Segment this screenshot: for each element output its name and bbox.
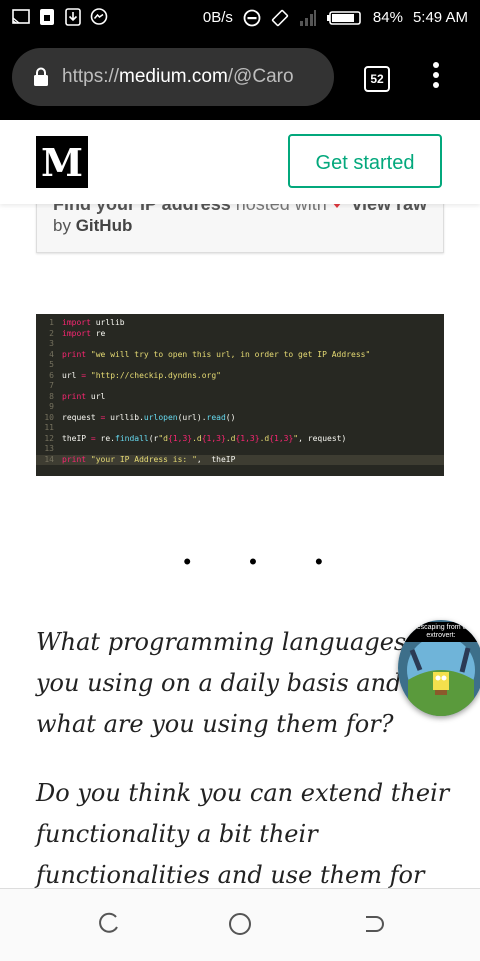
- browser-toolbar: https://medium.com/@Caro 52: [0, 36, 480, 120]
- article-paragraph: Do you think you can extend their functi…: [36, 779, 450, 889]
- code-token: (url).: [177, 412, 207, 422]
- code-block: 1 import urllib 2 import re 3 4 print "we will…: [36, 314, 444, 476]
- code-line: 8 print url: [36, 392, 105, 403]
- code-token: (): [225, 412, 236, 422]
- line-number: 14: [44, 454, 54, 464]
- line-number: 8: [49, 391, 54, 401]
- line-number: 13: [44, 444, 54, 453]
- medium-logo[interactable]: M: [36, 136, 88, 188]
- rotate-icon: [271, 9, 289, 27]
- site-header: M Get started: [0, 120, 480, 204]
- screencast-icon: [12, 9, 30, 24]
- url-host: medium.com: [119, 66, 228, 87]
- code-line: 5: [36, 360, 62, 371]
- code-token: (r: [148, 433, 159, 443]
- lock-icon: [40, 9, 54, 25]
- code-token: "d: [158, 433, 168, 443]
- status-bar: 0B/s 84% 5:49 AM: [0, 0, 480, 36]
- code-token: url: [86, 391, 106, 401]
- bubble-caption: after escaping from chatty extrovert:: [398, 622, 480, 642]
- code-token: import: [62, 318, 91, 327]
- line-number: 9: [49, 402, 54, 411]
- line-number: 3: [49, 339, 54, 348]
- messenger-icon: [90, 8, 108, 25]
- code-token: print: [62, 349, 87, 359]
- back-icon[interactable]: [360, 911, 386, 937]
- code-token: findall: [115, 433, 149, 443]
- code-line: 7: [36, 381, 62, 392]
- line-number: 7: [49, 381, 54, 390]
- signal-icon: [299, 10, 316, 26]
- code-token: re: [90, 328, 106, 338]
- code-token: {1,3}: [201, 433, 226, 443]
- code-token: .d: [192, 433, 202, 443]
- line-number: 10: [44, 412, 54, 422]
- code-token: print: [62, 391, 87, 401]
- clock: 5:49 AM: [412, 9, 468, 26]
- network-speed: 0B/s: [202, 9, 233, 26]
- overflow-menu-icon[interactable]: [430, 62, 442, 92]
- code-token: re.: [95, 433, 115, 443]
- line-number: 11: [44, 423, 54, 432]
- line-number: 5: [49, 360, 54, 369]
- url-path: /@Caro: [227, 66, 294, 87]
- code-token: import: [62, 328, 91, 338]
- code-line: 12 theIP = re.findall(r"d{1,3}.d{1,3}.d{1…: [36, 434, 346, 445]
- code-token: {1,3}: [235, 433, 260, 443]
- code-token: urlopen: [143, 412, 178, 422]
- code-token: theIP: [62, 433, 91, 443]
- url-scheme: https://: [62, 66, 120, 87]
- code-token: {1,3}: [269, 433, 294, 443]
- battery-icon: [326, 11, 361, 25]
- line-number: 1: [49, 318, 54, 327]
- code-token: "your IP Address is: ": [90, 454, 197, 464]
- code-token: print: [62, 454, 87, 464]
- line-number: 12: [44, 433, 54, 443]
- gist-by-line: by GitHub: [53, 216, 132, 236]
- github-link[interactable]: GitHub: [76, 216, 133, 235]
- line-number: 4: [49, 349, 54, 359]
- line-number: 2: [49, 328, 54, 338]
- article-paragraph: What programming languages are you using…: [36, 628, 454, 738]
- battery-percent: 84%: [372, 9, 403, 26]
- gist-by-text: by: [53, 216, 71, 235]
- code-token: urllib.: [105, 412, 144, 422]
- code-token: url: [62, 370, 82, 380]
- section-separator: • • •: [183, 549, 349, 574]
- code-token: urllib: [90, 318, 125, 327]
- do-not-disturb-icon: [243, 9, 261, 27]
- code-line: 6 url = "http://checkip.dyndns.org": [36, 371, 221, 382]
- recent-apps-icon[interactable]: [96, 911, 122, 937]
- code-line: 13: [36, 444, 62, 455]
- article-body: What programming languages are you using…: [36, 622, 456, 924]
- code-token: , request): [298, 433, 347, 443]
- code-token: .d: [259, 433, 270, 443]
- tab-switcher-button[interactable]: 52: [364, 66, 390, 92]
- floating-video-bubble[interactable]: after escaping from chatty extrovert:: [398, 620, 480, 716]
- address-bar[interactable]: https://medium.com/@Caro: [12, 48, 334, 106]
- lock-icon: [34, 67, 48, 86]
- code-token: , theIP: [196, 454, 236, 464]
- code-line: 4 print "we will try to open this url, in…: [36, 350, 370, 361]
- code-line: 10 request = urllib.urlopen(url).read(): [36, 413, 235, 424]
- code-line: 9: [36, 402, 62, 413]
- system-navigation-bar: [0, 888, 480, 961]
- code-token: "http://checkip.dyndns.org": [90, 370, 221, 380]
- code-line: 1 import urllib: [36, 318, 125, 329]
- code-line: 2 import re: [36, 329, 105, 340]
- code-line: 14 print "your IP Address is: ", theIP: [36, 454, 444, 465]
- code-token: read: [206, 412, 226, 422]
- code-line: 3: [36, 339, 62, 350]
- download-icon: [65, 8, 81, 26]
- code-token: {1,3}: [168, 433, 193, 443]
- code-token: "we will try to open this url, in order …: [90, 349, 371, 359]
- get-started-button[interactable]: Get started: [288, 134, 442, 188]
- line-number: 6: [49, 370, 54, 380]
- home-icon[interactable]: [227, 911, 253, 937]
- code-line: 11: [36, 423, 62, 434]
- code-token: request: [62, 412, 101, 422]
